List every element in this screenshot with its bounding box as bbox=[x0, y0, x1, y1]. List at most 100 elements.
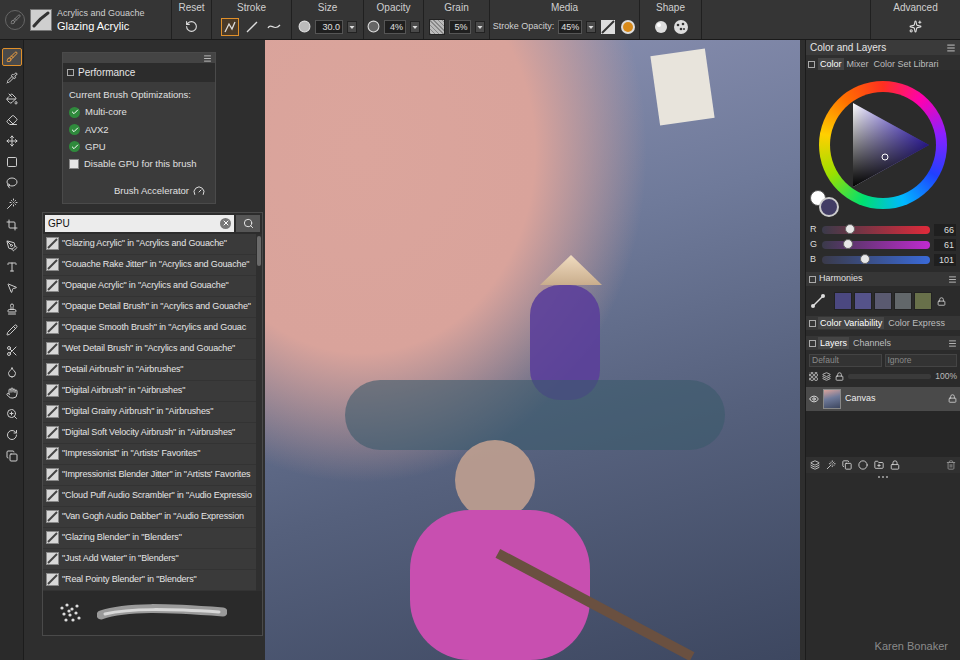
brush-accelerator-label[interactable]: Brush Accelerator bbox=[114, 184, 189, 198]
tool-button[interactable] bbox=[2, 300, 22, 318]
stroke-type-button[interactable] bbox=[243, 18, 261, 36]
variability-tab[interactable]: Color Variability bbox=[818, 317, 884, 329]
grain-dropdown-icon[interactable] bbox=[475, 21, 485, 33]
search-field[interactable] bbox=[48, 216, 220, 231]
panel-menu-icon[interactable] bbox=[203, 54, 212, 63]
tool-button[interactable] bbox=[2, 216, 22, 234]
tool-button[interactable] bbox=[2, 258, 22, 276]
pick-up-color-icon[interactable] bbox=[822, 372, 831, 381]
delete-layer-icon[interactable] bbox=[946, 460, 956, 470]
harmony-swatch[interactable] bbox=[834, 292, 852, 310]
tool-button[interactable] bbox=[2, 111, 22, 129]
layer-commands-icon[interactable] bbox=[810, 460, 820, 470]
channel-slider[interactable] bbox=[822, 226, 930, 234]
dry-media-icon[interactable] bbox=[600, 19, 616, 35]
harmony-lock-icon[interactable] bbox=[937, 297, 946, 306]
tool-button[interactable] bbox=[2, 342, 22, 360]
collapse-box-icon[interactable] bbox=[809, 320, 816, 327]
brush-result-item[interactable]: "Opaque Acrylic" in "Acrylics and Gouach… bbox=[43, 276, 256, 297]
wet-media-icon[interactable] bbox=[620, 19, 636, 35]
panel-menu-icon[interactable] bbox=[948, 339, 957, 348]
harmony-swatch[interactable] bbox=[874, 292, 892, 310]
brush-result-item[interactable]: "Detail Airbrush" in "Airbrushes" bbox=[43, 360, 256, 381]
composite-depth-select[interactable]: Ignore bbox=[885, 354, 958, 367]
color-swatch-pair[interactable] bbox=[810, 190, 840, 218]
brush-result-item[interactable]: "Opaque Smooth Brush" in "Acrylics and G… bbox=[43, 318, 256, 339]
channel-slider[interactable] bbox=[822, 256, 930, 264]
channel-value[interactable]: 61 bbox=[934, 239, 956, 251]
tool-button[interactable] bbox=[2, 237, 22, 255]
tool-button[interactable] bbox=[2, 195, 22, 213]
brush-result-item[interactable]: "Glazing Acrylic" in "Acrylics and Gouac… bbox=[43, 234, 256, 255]
channel-value[interactable]: 66 bbox=[934, 224, 956, 236]
variability-tab[interactable]: Color Express bbox=[886, 317, 947, 329]
tool-button[interactable] bbox=[2, 426, 22, 444]
color-tab[interactable]: Mixer bbox=[845, 58, 871, 70]
layer-lock-icon[interactable] bbox=[948, 394, 957, 403]
brush-result-item[interactable]: "Digital Grainy Airbrush" in "Airbrushes… bbox=[43, 402, 256, 423]
stroke-opacity-value[interactable]: 45% bbox=[558, 20, 582, 34]
stroke-type-button[interactable] bbox=[221, 18, 239, 36]
collapse-box-icon[interactable] bbox=[809, 276, 816, 283]
brush-result-item[interactable]: "Digital Soft Velocity Airbrush" in "Air… bbox=[43, 423, 256, 444]
tool-button[interactable] bbox=[2, 174, 22, 192]
lock-icon[interactable] bbox=[890, 460, 900, 470]
brush-result-item[interactable]: "Gouache Rake Jitter" in "Acrylics and G… bbox=[43, 255, 256, 276]
new-layer-icon[interactable] bbox=[842, 460, 852, 470]
brush-result-item[interactable]: "Cloud Puff Audio Scrambler" in "Audio E… bbox=[43, 486, 256, 507]
reset-icon[interactable] bbox=[185, 20, 198, 33]
performance-tab[interactable]: Performance bbox=[78, 65, 135, 80]
tool-button[interactable] bbox=[2, 153, 22, 171]
tool-button[interactable] bbox=[2, 384, 22, 402]
size-dropdown-icon[interactable] bbox=[347, 21, 357, 33]
saturation-triangle[interactable] bbox=[833, 95, 933, 195]
dynamic-plugins-icon[interactable] bbox=[826, 460, 836, 470]
tool-button[interactable] bbox=[2, 48, 22, 66]
slider-knob[interactable] bbox=[860, 254, 870, 264]
collapse-box-icon[interactable] bbox=[809, 340, 816, 347]
stroke-opacity-dropdown-icon[interactable] bbox=[586, 21, 596, 33]
grain-swatch[interactable] bbox=[429, 19, 445, 35]
panel-menu-icon[interactable] bbox=[946, 43, 956, 53]
lock-layer-icon[interactable] bbox=[835, 372, 844, 381]
harmony-rule-icon[interactable] bbox=[810, 293, 826, 309]
shape-round-icon[interactable] bbox=[653, 19, 669, 35]
brush-result-item[interactable]: "Just Add Water" in "Blenders" bbox=[43, 549, 256, 570]
harmony-swatch[interactable] bbox=[894, 292, 912, 310]
brush-result-item[interactable]: "Impressionist" in "Artists' Favorites" bbox=[43, 444, 256, 465]
layer-row[interactable]: Canvas bbox=[806, 387, 960, 411]
results-scrollbar[interactable] bbox=[256, 234, 262, 591]
opacity-value[interactable]: 4% bbox=[384, 20, 406, 34]
channel-value[interactable]: 101 bbox=[934, 254, 956, 266]
brush-result-item[interactable]: "Opaque Detail Brush" in "Acrylics and G… bbox=[43, 297, 256, 318]
color-tab[interactable]: Color bbox=[818, 58, 844, 70]
panel-menu-icon[interactable] bbox=[948, 275, 957, 284]
optimization-row[interactable]: Disable GPU for this brush bbox=[69, 157, 209, 171]
tool-button[interactable] bbox=[2, 321, 22, 339]
grain-value[interactable]: 5% bbox=[449, 20, 471, 34]
visibility-eye-icon[interactable] bbox=[809, 394, 819, 404]
brush-result-item[interactable]: "Real Pointy Blender" in "Blenders" bbox=[43, 570, 256, 591]
tool-button[interactable] bbox=[2, 132, 22, 150]
harmony-swatch[interactable] bbox=[914, 292, 932, 310]
channel-slider[interactable] bbox=[822, 241, 930, 249]
tool-button[interactable] bbox=[2, 405, 22, 423]
layers-tab[interactable]: Channels bbox=[851, 337, 893, 349]
accelerator-gauge-icon[interactable] bbox=[193, 185, 205, 197]
tool-button[interactable] bbox=[2, 447, 22, 465]
tool-button[interactable] bbox=[2, 90, 22, 108]
group-icon[interactable] bbox=[874, 460, 884, 470]
stroke-type-button[interactable] bbox=[265, 18, 283, 36]
checkbox[interactable] bbox=[69, 159, 79, 169]
slider-knob[interactable] bbox=[845, 224, 855, 234]
brush-result-item[interactable]: "Digital Airbrush" in "Airbrushes" bbox=[43, 381, 256, 402]
collapse-box-icon[interactable] bbox=[67, 69, 74, 76]
layer-opacity[interactable]: 100% bbox=[935, 370, 957, 383]
tool-button[interactable] bbox=[2, 279, 22, 297]
painting-canvas[interactable] bbox=[265, 40, 800, 660]
tool-button[interactable] bbox=[2, 363, 22, 381]
brush-library-icon[interactable] bbox=[5, 10, 25, 30]
brush-result-item[interactable]: "Van Gogh Audio Dabber" in "Audio Expres… bbox=[43, 507, 256, 528]
brush-result-item[interactable]: "Wet Detail Brush" in "Acrylics and Goua… bbox=[43, 339, 256, 360]
brush-result-item[interactable]: "Glazing Blender" in "Blenders" bbox=[43, 528, 256, 549]
